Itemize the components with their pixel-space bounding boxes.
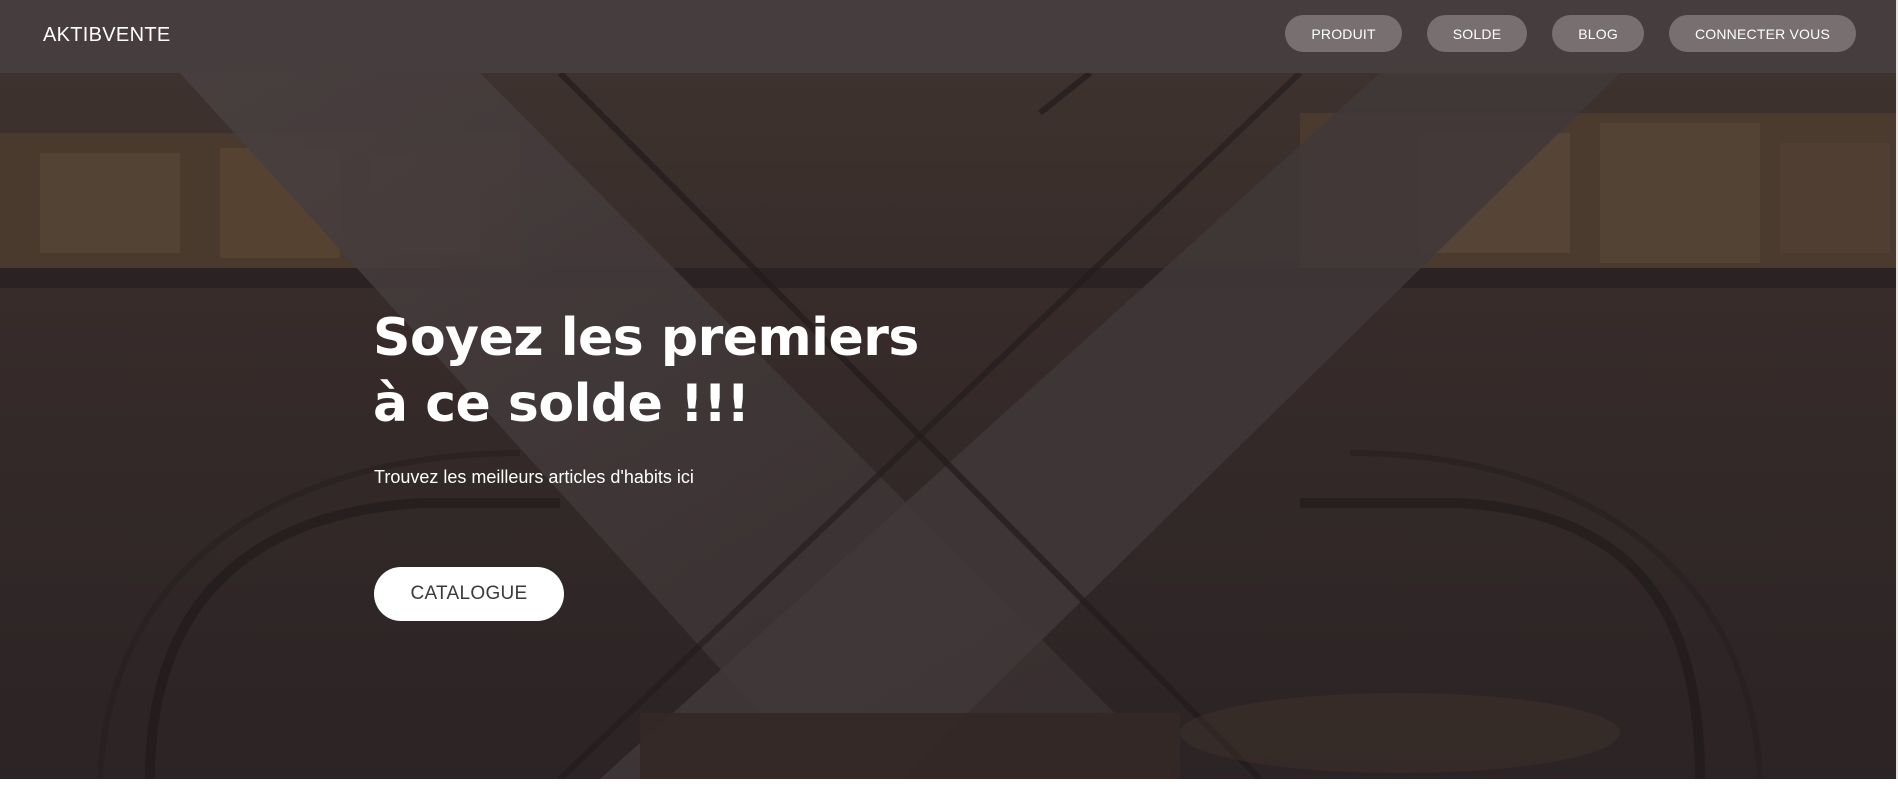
nav-connecter-vous-button[interactable]: CONNECTER VOUS xyxy=(1668,15,1856,52)
nav-blog-button[interactable]: BLOG xyxy=(1552,15,1644,52)
hero-subtitle: Trouvez les meilleurs articles d'habits … xyxy=(374,467,694,487)
nav-produit-button[interactable]: PRODUIT xyxy=(1285,15,1402,52)
hero-section: Soyez les premiers à ce solde !!! Trouve… xyxy=(0,73,1898,779)
nav-solde-button[interactable]: SOLDE xyxy=(1426,15,1528,52)
hero-title: Soyez les premiers à ce solde !!! xyxy=(373,308,919,434)
nav-links: PRODUIT SOLDE BLOG CONNECTER VOUS xyxy=(1285,15,1856,52)
brand-logo-text[interactable]: AKTIBVENTE xyxy=(43,24,170,47)
catalogue-button[interactable]: CATALOGUE xyxy=(374,567,564,621)
hero-dark-overlay xyxy=(0,73,1898,779)
page: AKTIBVENTE PRODUIT SOLDE BLOG CONNECTER … xyxy=(0,0,1898,812)
navbar: AKTIBVENTE PRODUIT SOLDE BLOG CONNECTER … xyxy=(0,0,1898,73)
